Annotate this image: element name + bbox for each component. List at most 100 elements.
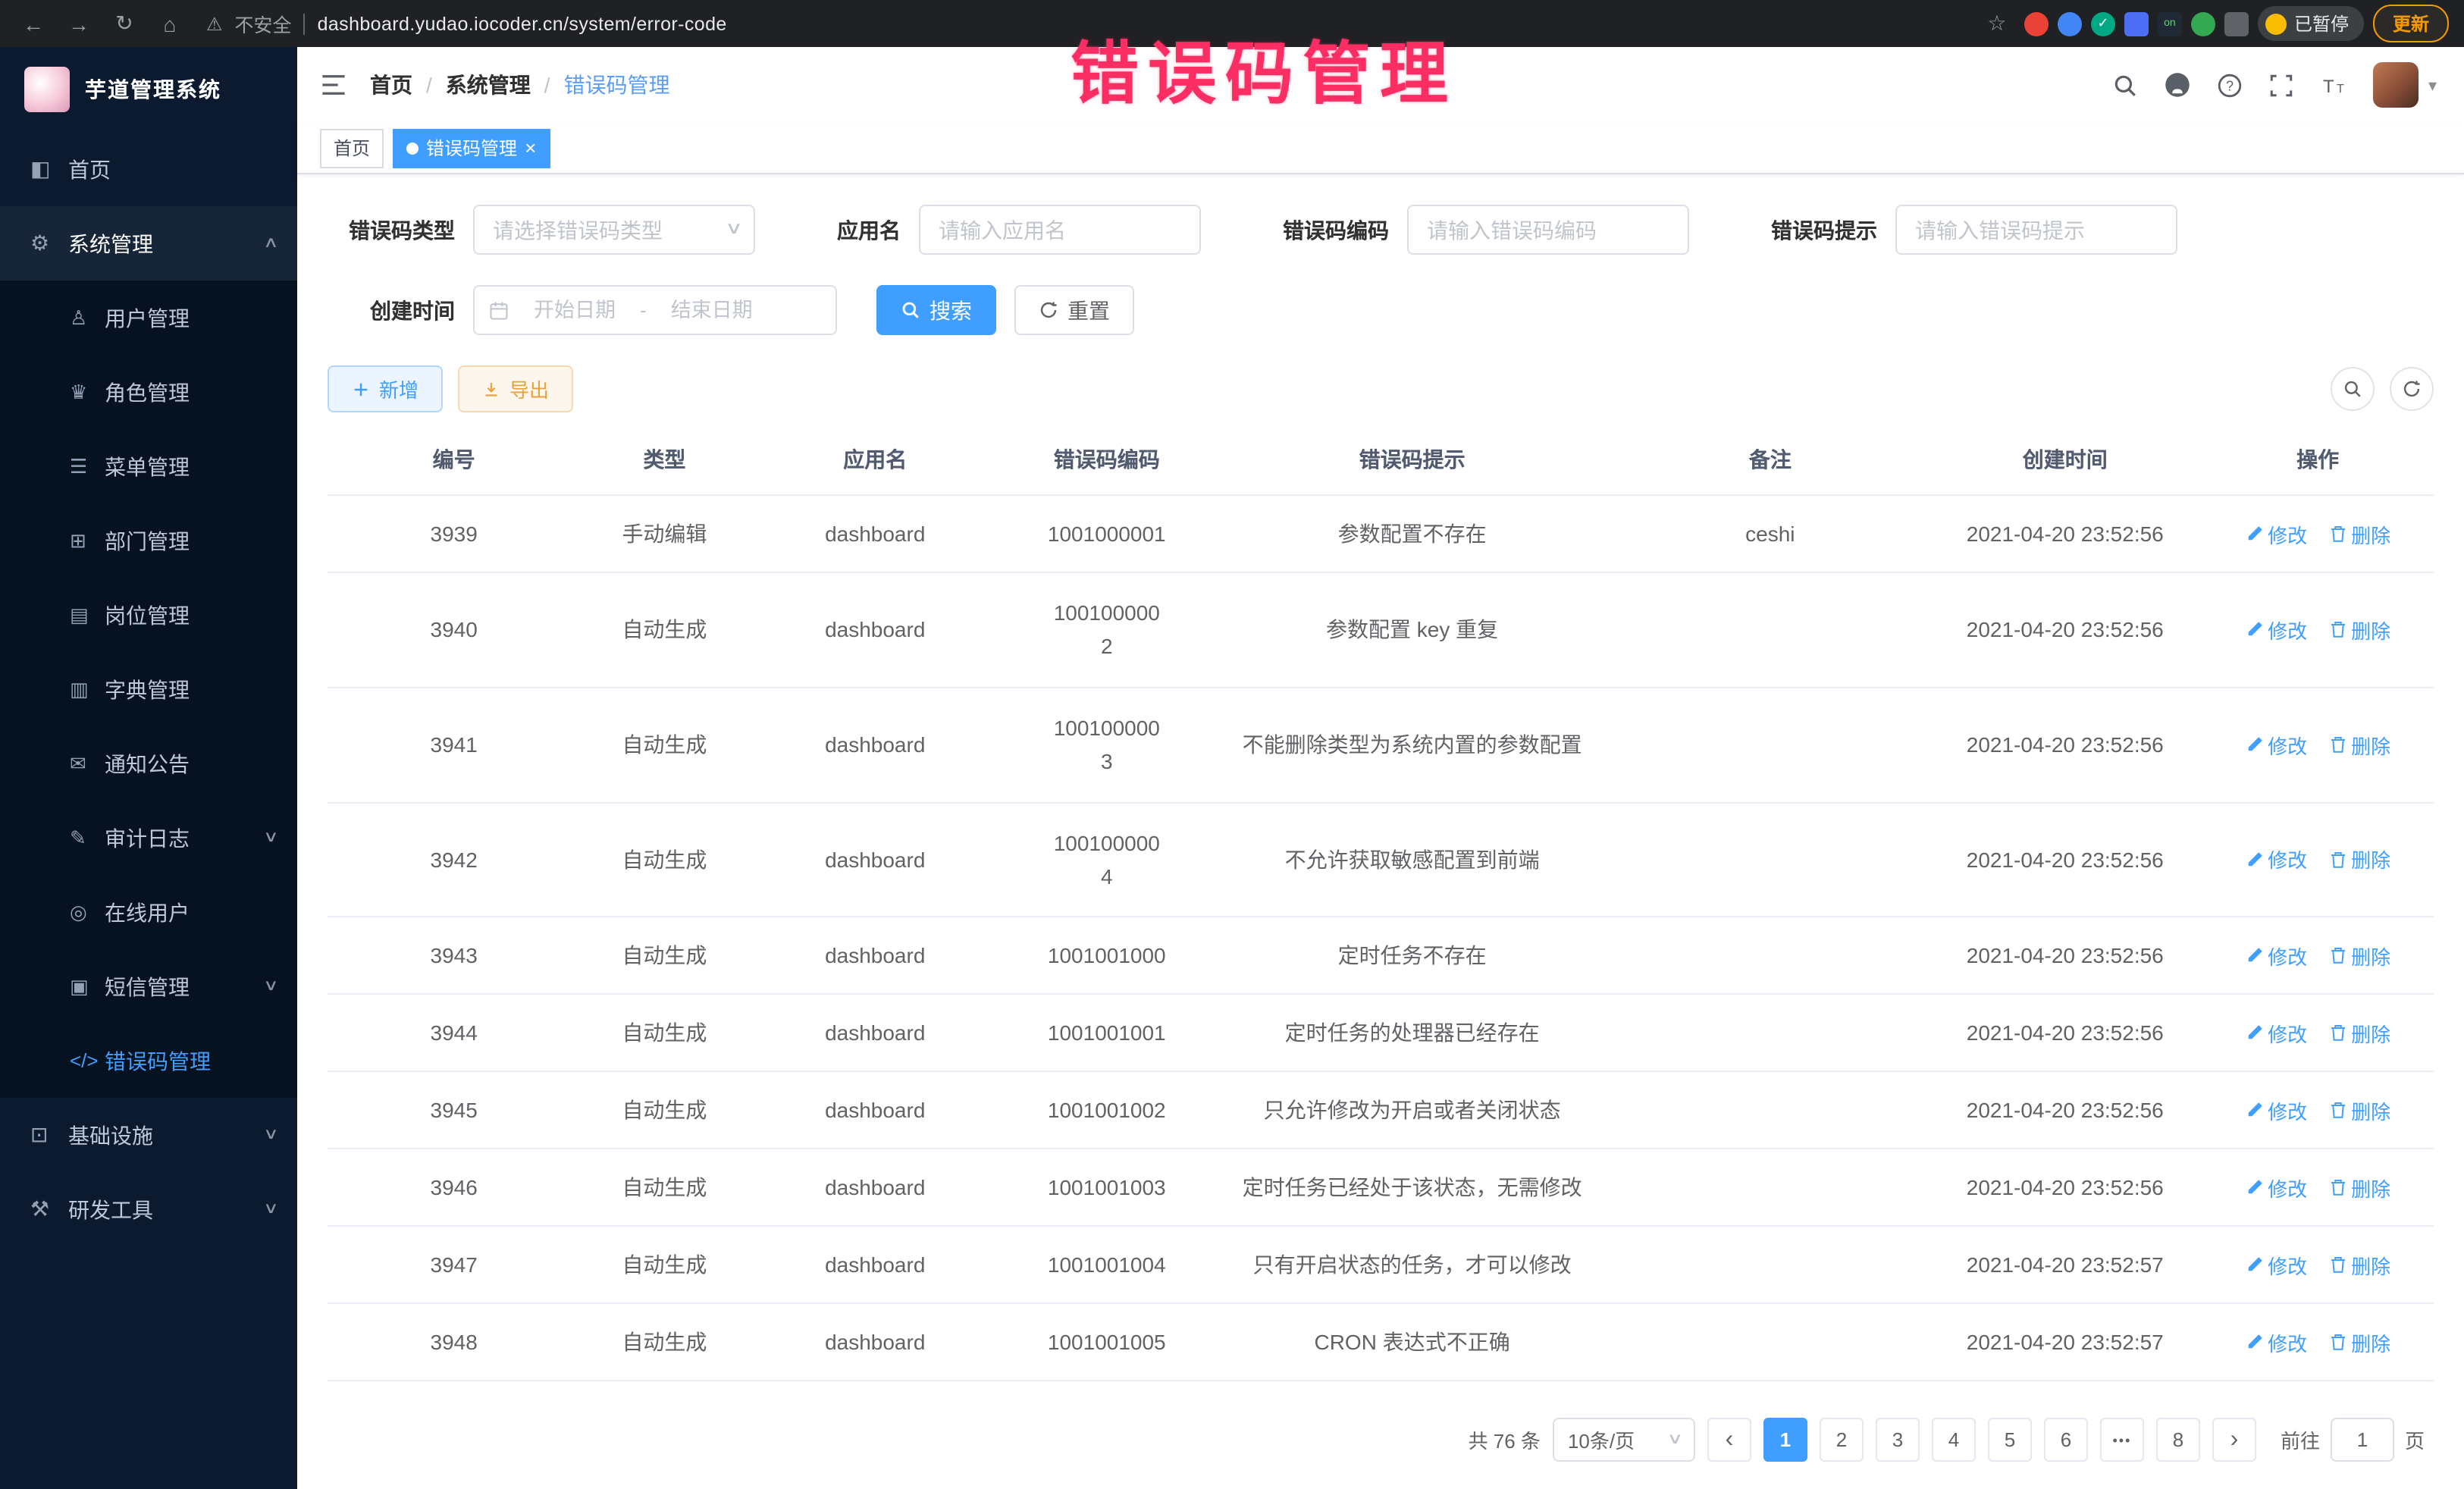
cell-created: 2021-04-20 23:52:56	[1928, 1149, 2202, 1227]
dashboard-icon: ◧	[30, 156, 68, 182]
sidebar-item-announcement[interactable]: ✉ 通知公告	[0, 726, 297, 801]
extension-icon-check[interactable]: ✓	[2091, 11, 2115, 36]
roles-icon: ♛	[70, 380, 105, 404]
goto-page-input[interactable]	[2331, 1418, 2394, 1462]
app-logo-avatar	[24, 67, 70, 112]
page-button-8[interactable]: 8	[2156, 1418, 2200, 1462]
edit-button[interactable]: 修改	[2245, 730, 2307, 759]
edit-button[interactable]: 修改	[2245, 1019, 2307, 1048]
font-size-icon[interactable]: TT	[2321, 72, 2348, 98]
paused-badge[interactable]: 已暂停	[2258, 6, 2364, 41]
page-button-1[interactable]: 1	[1763, 1418, 1807, 1462]
page-ellipsis[interactable]: •••	[2100, 1418, 2144, 1462]
browser-home-icon[interactable]	[152, 5, 188, 42]
edit-button[interactable]: 修改	[2245, 1251, 2307, 1280]
edit-button[interactable]: 修改	[2245, 1096, 2307, 1125]
delete-button[interactable]: 删除	[2328, 1174, 2390, 1202]
app-logo-row[interactable]: 芋道管理系统	[0, 47, 297, 132]
edit-button[interactable]: 修改	[2245, 1174, 2307, 1202]
extension-icon-leaf[interactable]	[2191, 11, 2215, 36]
cell-type: 自动生成	[580, 995, 748, 1072]
sidebar-item-user-management[interactable]: ♙ 用户管理	[0, 281, 297, 355]
sidebar-toggle-icon[interactable]	[297, 71, 370, 99]
page-button-6[interactable]: 6	[2044, 1418, 2088, 1462]
delete-button[interactable]: 删除	[2328, 845, 2390, 874]
user-menu[interactable]	[2374, 62, 2437, 108]
sidebar-item-department-management[interactable]: ⊞ 部门管理	[0, 503, 297, 578]
export-button[interactable]: 导出	[458, 365, 573, 412]
bookmark-star-icon[interactable]	[1979, 5, 2015, 42]
show-search-icon[interactable]	[2331, 367, 2375, 411]
start-date-input[interactable]	[516, 299, 634, 321]
search-icon[interactable]	[2113, 72, 2139, 98]
tag-error-code-management[interactable]: 错误码管理	[393, 128, 550, 168]
date-range-picker[interactable]: -	[473, 285, 837, 335]
page-button-3[interactable]: 3	[1876, 1418, 1920, 1462]
fullscreen-icon[interactable]	[2269, 72, 2295, 98]
cell-remark	[1613, 802, 1929, 917]
extension-icon-drop[interactable]	[2058, 11, 2082, 36]
sidebar-item-menu-management[interactable]: ☰ 菜单管理	[0, 429, 297, 503]
edit-button[interactable]: 修改	[2245, 519, 2307, 548]
edit-button[interactable]: 修改	[2245, 616, 2307, 644]
breadcrumb-system[interactable]: 系统管理	[446, 70, 531, 100]
prev-page-button[interactable]	[1707, 1418, 1751, 1462]
page-size-select[interactable]: 10条/页	[1553, 1418, 1695, 1462]
page-button-4[interactable]: 4	[1932, 1418, 1976, 1462]
sidebar-item-dictionary-management[interactable]: ▥ 字典管理	[0, 652, 297, 726]
end-date-input[interactable]	[653, 299, 771, 321]
delete-button[interactable]: 删除	[2328, 1251, 2390, 1280]
reset-button[interactable]: 重置	[1014, 285, 1134, 335]
browser-update-button[interactable]: 更新	[2373, 5, 2449, 42]
github-icon[interactable]	[2165, 71, 2192, 99]
edit-button[interactable]: 修改	[2245, 942, 2307, 970]
close-icon[interactable]	[525, 136, 536, 159]
address-bar[interactable]: 不安全 dashboard.yudao.iocoder.cn/system/er…	[206, 9, 1970, 38]
browser-reload-icon[interactable]	[106, 5, 143, 42]
delete-button[interactable]: 删除	[2328, 1328, 2390, 1357]
delete-button[interactable]: 删除	[2328, 616, 2390, 644]
sidebar-item-infrastructure[interactable]: ⊡ 基础设施 ∨	[0, 1098, 297, 1172]
sidebar-item-system-management[interactable]: ⚙ 系统管理 ∧	[0, 206, 297, 281]
browser-forward-icon[interactable]	[61, 5, 97, 42]
extension-icon-red[interactable]	[2024, 11, 2049, 36]
help-icon[interactable]: ?	[2218, 72, 2243, 98]
next-page-button[interactable]	[2212, 1418, 2256, 1462]
page-button-5[interactable]: 5	[1988, 1418, 2032, 1462]
error-code-type-select[interactable]	[473, 205, 755, 255]
extension-icon-grid[interactable]	[2124, 11, 2149, 36]
sidebar-item-online-users[interactable]: ◎ 在线用户	[0, 875, 297, 949]
edit-button[interactable]: 修改	[2245, 845, 2307, 874]
error-code-input[interactable]	[1407, 205, 1689, 255]
add-button[interactable]: 新增	[328, 365, 443, 412]
browser-back-icon[interactable]	[15, 5, 52, 42]
sidebar-item-dev-tools[interactable]: ⚒ 研发工具 ∨	[0, 1172, 297, 1246]
sidebar-item-sms-management[interactable]: ▣ 短信管理 ∨	[0, 949, 297, 1023]
address-divider	[304, 13, 306, 34]
edit-button[interactable]: 修改	[2245, 1328, 2307, 1357]
column-header-actions: 操作	[2202, 425, 2434, 495]
sidebar-item-home[interactable]: ◧ 首页	[0, 132, 297, 206]
sidebar-item-role-management[interactable]: ♛ 角色管理	[0, 355, 297, 429]
breadcrumb-home[interactable]: 首页	[370, 70, 412, 100]
error-hint-input[interactable]	[1895, 205, 2177, 255]
sidebar-item-error-code-management[interactable]: </> 错误码管理	[0, 1023, 297, 1098]
delete-button[interactable]: 删除	[2328, 1096, 2390, 1125]
extension-icon-puzzle[interactable]	[2224, 11, 2249, 36]
delete-button[interactable]: 删除	[2328, 730, 2390, 759]
app-name-input[interactable]	[919, 205, 1201, 255]
sidebar-item-audit-log[interactable]: ✎ 审计日志 ∨	[0, 801, 297, 875]
sidebar-item-post-management[interactable]: ▤ 岗位管理	[0, 578, 297, 652]
search-button[interactable]: 搜索	[876, 285, 996, 335]
delete-button[interactable]: 删除	[2328, 519, 2390, 548]
extension-icon-on[interactable]: on	[2158, 11, 2182, 36]
delete-button[interactable]: 删除	[2328, 942, 2390, 970]
refresh-table-icon[interactable]	[2390, 367, 2434, 411]
cell-type: 自动生成	[580, 1304, 748, 1381]
tag-home[interactable]: 首页	[320, 128, 384, 168]
table-toolbar: 新增 导出	[328, 365, 2434, 412]
delete-button[interactable]: 删除	[2328, 1019, 2390, 1048]
page-button-2[interactable]: 2	[1820, 1418, 1864, 1462]
cell-app: dashboard	[749, 1149, 1002, 1227]
filter-label: 错误码类型	[328, 215, 455, 245]
